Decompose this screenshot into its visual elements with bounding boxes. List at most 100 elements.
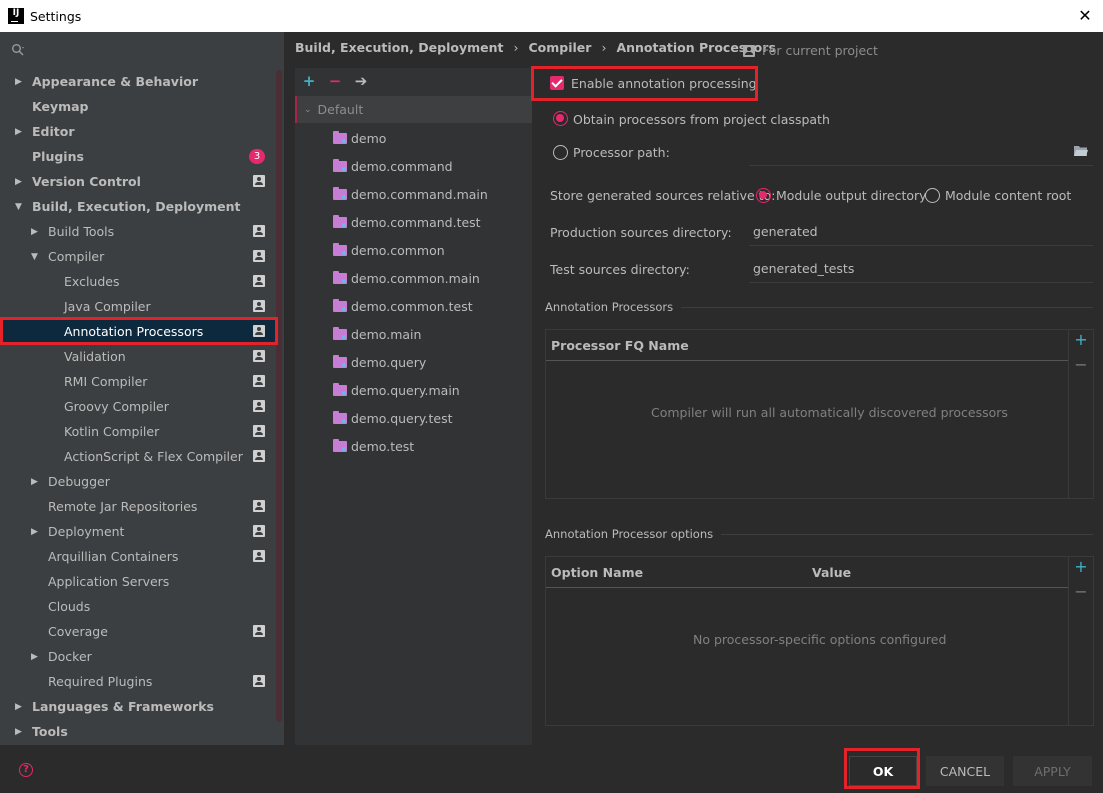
sidebar-item[interactable]: Plugins 3 <box>0 144 280 169</box>
sidebar-item[interactable]: Validation <box>0 344 280 369</box>
module-folder-icon <box>333 298 347 312</box>
module-name: demo.query <box>351 354 427 370</box>
sidebar-item[interactable]: ▼ Build, Execution, Deployment <box>0 194 280 219</box>
sidebar-item[interactable]: ▶ Languages & Frameworks <box>0 694 280 719</box>
apply-button[interactable]: APPLY <box>1013 756 1092 786</box>
add-processor-icon[interactable]: + <box>1074 332 1088 348</box>
processors-section-title: Annotation Processors <box>545 300 1093 314</box>
sidebar-item[interactable]: Keymap <box>0 94 280 119</box>
add-option-icon[interactable]: + <box>1074 559 1088 575</box>
sidebar-item[interactable]: Groovy Compiler <box>0 394 280 419</box>
processor-path-radio[interactable] <box>553 145 568 160</box>
processors-table-toolbar: + − <box>1068 330 1093 498</box>
breadcrumb-item[interactable]: Build, Execution, Deployment <box>295 40 503 55</box>
module-list-item[interactable]: demo.query.test <box>333 404 452 432</box>
processors-table-header: Processor FQ Name <box>546 330 1068 361</box>
module-list-item[interactable]: demo.test <box>333 432 414 460</box>
test-dir-value: generated_tests <box>753 261 855 276</box>
sidebar-item[interactable]: ▶ Editor <box>0 119 280 144</box>
option-value-column[interactable]: Value <box>812 565 851 580</box>
sidebar-item[interactable]: ▶ Tools <box>0 719 280 744</box>
expand-right-icon[interactable]: ▶ <box>15 727 22 737</box>
folder-open-icon[interactable] <box>1074 145 1088 157</box>
help-icon[interactable]: ? <box>19 763 33 777</box>
sidebar-item[interactable]: Kotlin Compiler <box>0 419 280 444</box>
sidebar-item[interactable]: Java Compiler <box>0 294 280 319</box>
sidebar-item[interactable]: Excludes <box>0 269 280 294</box>
sidebar-item[interactable]: Required Plugins <box>0 669 280 694</box>
test-dir-label: Test sources directory: <box>550 262 690 277</box>
expand-down-icon[interactable]: ▼ <box>15 202 22 212</box>
obtain-from-classpath-radio[interactable] <box>553 111 568 126</box>
chevron-down-icon: ⌄ <box>304 104 312 115</box>
sidebar-item[interactable]: ▶ Debugger <box>0 469 280 494</box>
module-list-item[interactable]: demo.main <box>333 320 421 348</box>
module-list-item[interactable]: demo.query <box>333 348 426 376</box>
expand-right-icon[interactable]: ▶ <box>15 702 22 712</box>
module-default-row[interactable]: ⌄ Default <box>295 96 532 123</box>
options-section-title: Annotation Processor options <box>545 527 1093 541</box>
expand-right-icon[interactable]: ▶ <box>31 527 38 537</box>
module-list-item[interactable]: demo.common.test <box>333 292 473 320</box>
expand-down-icon[interactable]: ▼ <box>31 252 38 262</box>
module-content-radio[interactable] <box>925 188 940 203</box>
module-list-item[interactable]: demo.common.main <box>333 264 480 292</box>
expand-right-icon[interactable]: ▶ <box>31 652 38 662</box>
module-name: demo.query.main <box>351 382 460 398</box>
option-name-column[interactable]: Option Name <box>551 565 643 580</box>
module-list-item[interactable]: demo.command.main <box>333 180 488 208</box>
sidebar-item[interactable]: ▶ Version Control <box>0 169 280 194</box>
production-dir-input[interactable]: generated <box>749 218 1093 246</box>
add-icon[interactable]: + <box>300 72 318 90</box>
expand-right-icon[interactable]: ▶ <box>15 77 22 87</box>
expand-right-icon[interactable]: ▶ <box>15 177 22 187</box>
sidebar-item[interactable]: ▶ Docker <box>0 644 280 669</box>
sidebar-item[interactable]: RMI Compiler <box>0 369 280 394</box>
ok-button[interactable]: OK <box>849 756 917 786</box>
sidebar-item-label: Build, Execution, Deployment <box>32 199 241 214</box>
module-name: demo.command.main <box>351 186 488 202</box>
sidebar-item-label: Compiler <box>48 249 105 264</box>
expand-right-icon[interactable]: ▶ <box>15 127 22 137</box>
move-to-icon[interactable]: ➔ <box>352 72 370 90</box>
sidebar-item[interactable]: Clouds <box>0 594 280 619</box>
processors-empty-message: Compiler will run all automatically disc… <box>651 405 1008 420</box>
expand-right-icon[interactable]: ▶ <box>31 477 38 487</box>
sidebar-item[interactable]: ActionScript & Flex Compiler <box>0 444 280 469</box>
remove-option-icon[interactable]: − <box>1074 584 1088 600</box>
processor-path-input[interactable] <box>749 138 1093 166</box>
sidebar-item-label: Debugger <box>48 474 110 489</box>
sidebar-item[interactable]: ▶ Build Tools <box>0 219 280 244</box>
module-folder-icon <box>333 354 347 368</box>
options-empty-message: No processor-specific options configured <box>693 632 947 647</box>
cancel-button[interactable]: CANCEL <box>926 756 1004 786</box>
sidebar-item[interactable]: Application Servers <box>0 569 280 594</box>
module-list-item[interactable]: demo.command.test <box>333 208 481 236</box>
sidebar-item[interactable]: ▼ Compiler <box>0 244 280 269</box>
search-icon[interactable] <box>11 43 25 57</box>
close-icon[interactable]: ✕ <box>1075 6 1095 26</box>
sidebar-item-label: Deployment <box>48 524 125 539</box>
sidebar-item[interactable]: ▶ Deployment <box>0 519 280 544</box>
sidebar-item-label: Appearance & Behavior <box>32 74 198 89</box>
sidebar-item[interactable]: Remote Jar Repositories <box>0 494 280 519</box>
dialog-footer: ? OK CANCEL APPLY <box>0 745 1103 793</box>
enable-annotation-checkbox[interactable] <box>550 76 564 90</box>
expand-right-icon[interactable]: ▶ <box>31 227 38 237</box>
processor-fq-name-column[interactable]: Processor FQ Name <box>551 338 689 353</box>
module-list-item[interactable]: demo <box>333 124 386 152</box>
module-list-item[interactable]: demo.common <box>333 236 445 264</box>
test-dir-input[interactable]: generated_tests <box>749 255 1093 283</box>
remove-processor-icon[interactable]: − <box>1074 357 1088 373</box>
module-list-item[interactable]: demo.command <box>333 152 453 180</box>
module-list-item[interactable]: demo.query.main <box>333 376 460 404</box>
sidebar-item[interactable]: Coverage <box>0 619 280 644</box>
sidebar-scrollbar[interactable] <box>276 70 282 722</box>
sidebar-item[interactable]: Arquillian Containers <box>0 544 280 569</box>
remove-icon[interactable]: − <box>326 72 344 90</box>
breadcrumb-item[interactable]: Compiler <box>528 40 591 55</box>
module-output-radio[interactable] <box>756 188 771 203</box>
sidebar-item[interactable]: ▶ Appearance & Behavior <box>0 69 280 94</box>
project-scope-icon <box>253 175 265 187</box>
sidebar-item[interactable]: Annotation Processors <box>0 319 280 344</box>
